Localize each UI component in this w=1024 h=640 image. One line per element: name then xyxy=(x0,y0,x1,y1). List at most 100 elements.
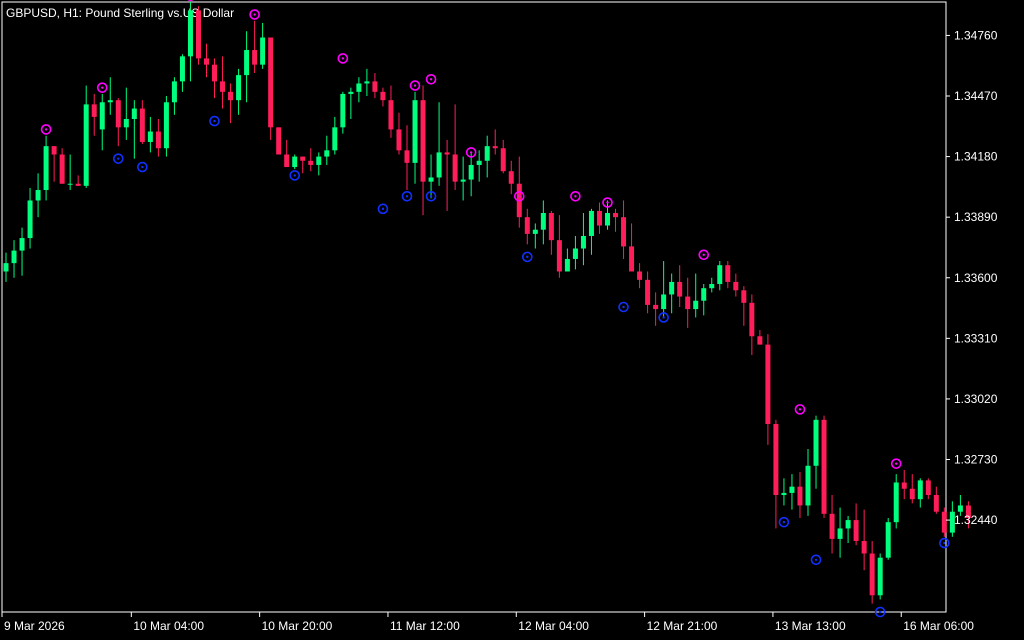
candle-body xyxy=(332,127,338,151)
candle-body xyxy=(204,58,209,65)
candle xyxy=(212,58,218,99)
time-tick-label: 9 Mar 2026 xyxy=(4,619,65,633)
price-tick-label: 1.33310 xyxy=(954,331,998,345)
candle xyxy=(869,540,875,604)
fractal-up-marker xyxy=(890,458,902,469)
candle-body xyxy=(91,104,97,117)
price-tick-label: 1.34180 xyxy=(954,150,998,164)
fractal-down-marker xyxy=(618,301,629,313)
candle-body xyxy=(588,210,594,236)
candle-body xyxy=(324,150,330,157)
price-chart[interactable]: GBPUSD, H1: Pound Sterling vs.US Dollar … xyxy=(0,0,1024,640)
candle-body xyxy=(605,212,610,226)
candle xyxy=(837,507,843,558)
candle-body xyxy=(115,100,121,128)
candle-body xyxy=(572,248,578,259)
candle xyxy=(613,208,619,232)
candle xyxy=(877,553,883,600)
candle xyxy=(925,478,931,500)
fractal-up-marker xyxy=(337,53,349,64)
candle xyxy=(629,223,635,272)
candle-body xyxy=(717,265,723,285)
time-tick-label: 12 Mar 04:00 xyxy=(518,619,589,633)
candle xyxy=(27,187,33,249)
candle xyxy=(99,93,105,151)
price-tick-label: 1.33890 xyxy=(954,210,998,224)
fractal-down-marker xyxy=(209,115,220,127)
candle xyxy=(757,329,763,345)
candle-body xyxy=(43,146,49,191)
candle-body xyxy=(797,486,803,506)
candle xyxy=(396,112,402,155)
candle xyxy=(556,215,562,278)
candle xyxy=(372,73,378,99)
candle xyxy=(941,507,947,537)
candle-body xyxy=(837,528,843,539)
time-tick-label: 16 Mar 06:00 xyxy=(903,619,974,633)
candle-body xyxy=(596,210,602,226)
price-tick-label: 1.33600 xyxy=(954,271,998,285)
candle-body xyxy=(749,302,755,337)
candle-body xyxy=(244,50,250,76)
candle-body xyxy=(637,271,643,280)
price-tick-label: 1.33020 xyxy=(954,392,998,406)
candle-body xyxy=(268,37,274,128)
candle xyxy=(893,474,899,529)
candle-body xyxy=(412,100,418,163)
candle xyxy=(637,263,643,289)
candle xyxy=(228,83,234,124)
candle xyxy=(749,294,755,356)
candle-body xyxy=(476,160,482,165)
candle-body xyxy=(260,37,266,65)
candle xyxy=(444,139,450,211)
candle-body xyxy=(27,200,33,239)
candle-body xyxy=(284,154,290,168)
candle xyxy=(163,96,169,157)
candle-body xyxy=(252,50,258,65)
candle xyxy=(773,419,779,529)
chart-canvas[interactable]: GBPUSD, H1: Pound Sterling vs.US Dollar … xyxy=(0,0,1024,640)
candle-body xyxy=(452,154,458,182)
candle xyxy=(404,125,410,191)
candle-body xyxy=(813,419,819,466)
candle xyxy=(260,22,266,69)
candle-body xyxy=(396,129,402,151)
candle xyxy=(524,208,530,245)
candle xyxy=(669,273,675,314)
candle-body xyxy=(139,108,145,142)
candle-body xyxy=(364,81,370,84)
candle-body xyxy=(444,152,450,155)
candle-body xyxy=(372,81,378,92)
candle-body xyxy=(35,190,41,201)
candle-body xyxy=(131,108,137,119)
fractal-down-marker xyxy=(112,153,124,164)
candle xyxy=(300,156,306,174)
candle-body xyxy=(460,179,466,182)
candle xyxy=(540,200,546,245)
candle xyxy=(845,515,851,544)
candle-body xyxy=(220,81,226,92)
candle-body xyxy=(925,480,931,496)
candle xyxy=(11,240,17,278)
candle xyxy=(492,129,498,155)
fractal-up-marker xyxy=(409,80,421,91)
time-tick-label: 11 Mar 12:00 xyxy=(390,619,460,633)
price-tick-label: 1.32440 xyxy=(954,513,998,527)
candle xyxy=(548,210,554,255)
candle-body xyxy=(877,557,883,596)
candle xyxy=(364,68,370,97)
candle-body xyxy=(757,336,763,345)
candle xyxy=(436,102,442,186)
candle-body xyxy=(781,492,787,496)
candle xyxy=(388,85,394,138)
candle-body xyxy=(292,156,298,168)
candle xyxy=(621,200,627,259)
candle-body xyxy=(404,150,410,163)
candle xyxy=(588,208,594,255)
candle-body xyxy=(187,10,193,57)
candle-body xyxy=(733,281,739,291)
candle xyxy=(701,284,707,316)
candle-body xyxy=(741,290,747,303)
candle xyxy=(605,200,610,230)
candle-body xyxy=(340,93,346,128)
